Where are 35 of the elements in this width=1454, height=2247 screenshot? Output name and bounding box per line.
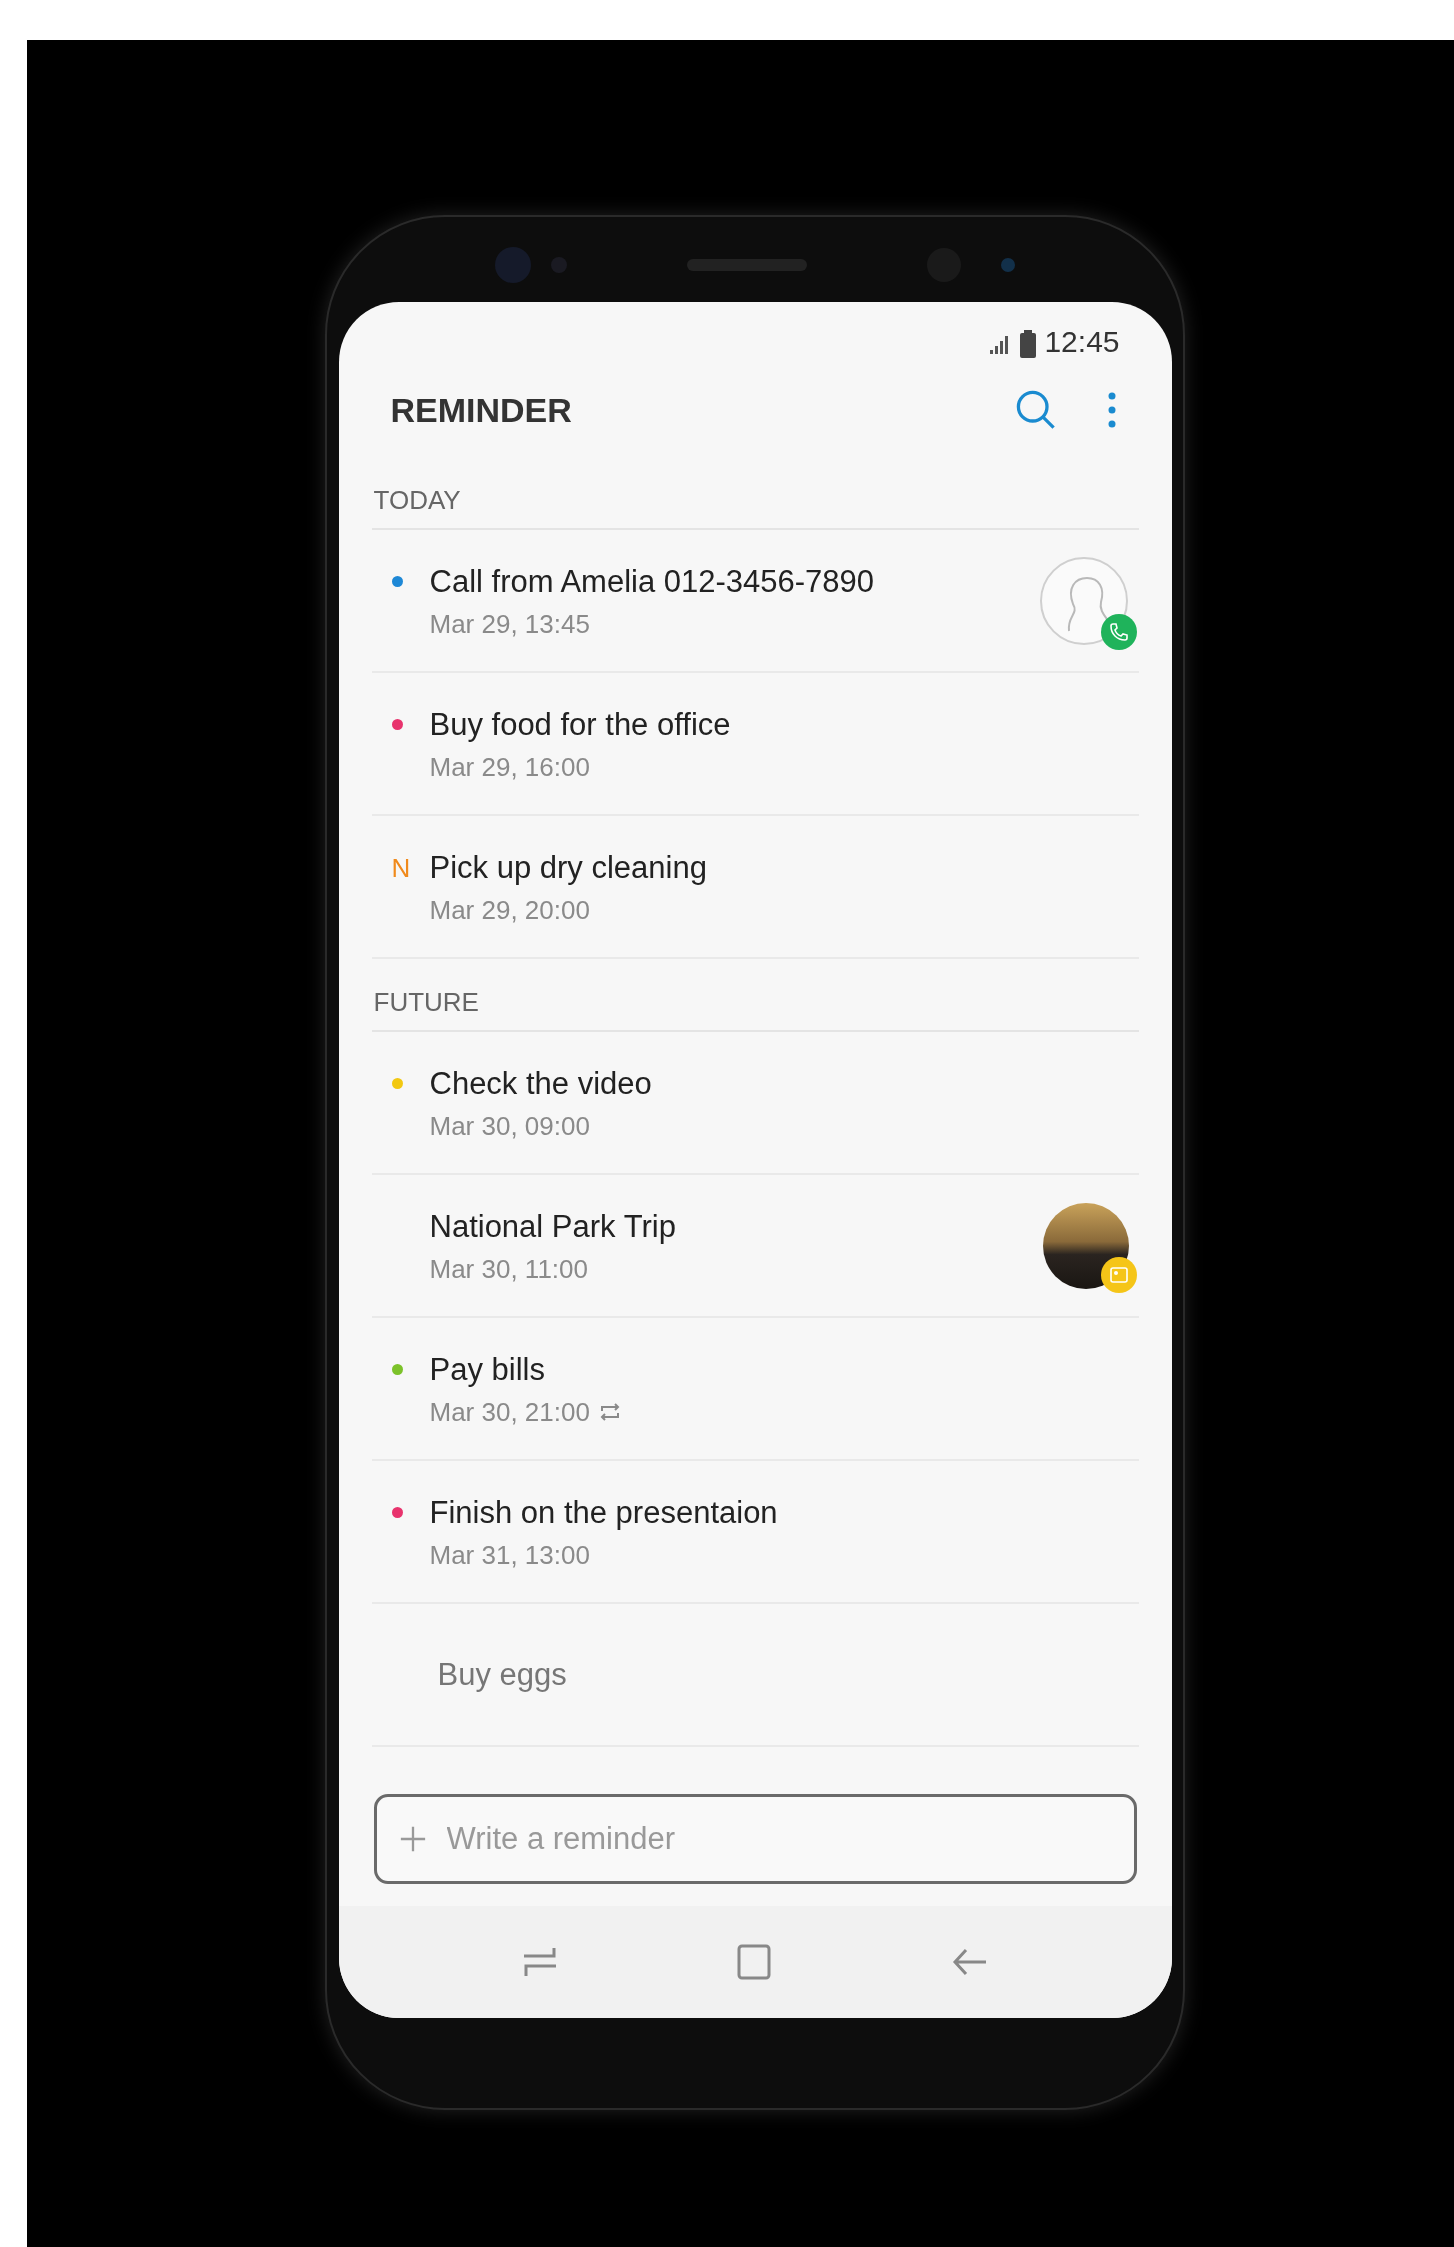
reminder-title: Pay bills [429, 1350, 546, 1389]
reminder-title: Finish on the presentaion [429, 1493, 778, 1532]
reminder-item[interactable]: Call from Amelia 012-3456-7890 Mar 29, 13:45 [429, 561, 875, 640]
reminder-item[interactable]: Buy food for the office Mar 29, 16:00 [429, 704, 731, 783]
reminder-item[interactable]: Pay bills Mar 30, 21:00 [429, 1349, 622, 1428]
reminder-item[interactable]: Check the video Mar 30, 09:00 [429, 1063, 652, 1142]
reminder-date: Mar 29, 13:45 [429, 607, 590, 640]
plus-icon [398, 1825, 427, 1853]
reminder-title: Call from Amelia 012-3456-7890 [429, 562, 875, 601]
reminder-item[interactable]: National Park Trip Mar 30, 11:00 [429, 1206, 676, 1285]
reminder-date: Mar 29, 16:00 [429, 750, 590, 783]
reminder-title: Buy food for the office [429, 705, 731, 744]
reminder-date: Mar 31, 13:00 [429, 1538, 590, 1571]
battery-icon [1020, 330, 1037, 358]
new-label: N [391, 854, 411, 881]
reminder-input-field[interactable]: Write a reminder [373, 1794, 1137, 1884]
reminder-date: Mar 29, 20:00 [429, 893, 590, 926]
reminder-title: Check the video [429, 1064, 652, 1103]
status-time: 12:45 [1044, 324, 1120, 360]
section-header: TODAY [373, 484, 461, 517]
contact-avatar-icon [1038, 555, 1129, 646]
app-title: REMINDER [390, 389, 573, 431]
camera-lens [495, 246, 531, 283]
reminder-item[interactable]: Pick up dry cleaning Mar 29, 20:00 [429, 847, 707, 926]
reminder-date: Mar 30, 09:00 [429, 1109, 590, 1142]
reminder-date: Mar 30, 21:00 [429, 1395, 590, 1428]
reminder-item[interactable]: Finish on the presentaion Mar 31, 13:00 [429, 1492, 778, 1571]
reminder-title: Pick up dry cleaning [429, 848, 707, 887]
reminder-date: Mar 30, 11:00 [429, 1252, 588, 1285]
section-header: FUTURE [373, 986, 479, 1019]
more-options-icon [1106, 390, 1117, 430]
image-badge-icon [1100, 1256, 1137, 1293]
phone-badge-icon [1100, 613, 1137, 650]
reminder-title: National Park Trip [429, 1207, 676, 1246]
reminder-input[interactable]: Write a reminder [446, 1815, 1134, 1863]
